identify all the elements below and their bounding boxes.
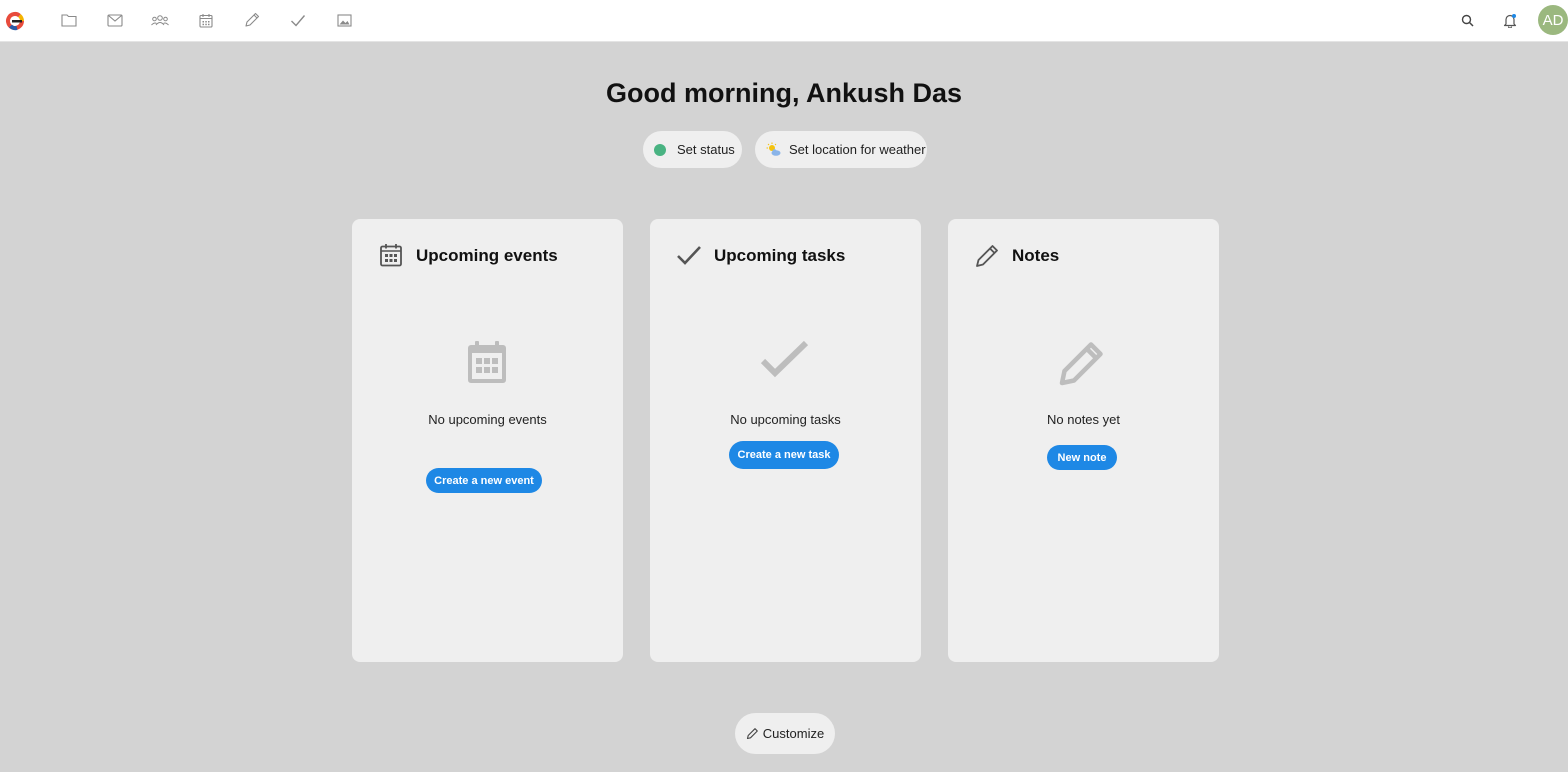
set-weather-location-button[interactable]: Set location for weather [755,131,927,168]
customize-button[interactable]: Customize [735,713,835,754]
user-avatar[interactable]: AD [1538,5,1568,35]
set-status-button[interactable]: Set status [643,131,742,168]
card-title: Upcoming events [416,246,558,265]
calendar-empty-icon [462,337,512,387]
upcoming-tasks-card: Upcoming tasks No upcoming tasks Create … [650,219,921,662]
set-status-label: Set status [677,142,735,157]
contacts-icon[interactable] [151,11,169,29]
notifications-bell-icon[interactable] [1501,11,1519,29]
customize-label: Customize [762,726,825,741]
calendar-icon[interactable] [197,11,215,29]
card-title: Upcoming tasks [714,246,846,265]
check-icon[interactable] [289,11,307,29]
pencil-icon[interactable] [243,11,261,29]
weather-partly-cloudy-icon [766,142,782,158]
upcoming-events-card: Upcoming events No upcoming events Creat… [352,219,623,662]
top-navigation-bar: AD [0,0,1568,42]
pencil-empty-icon [1058,337,1108,387]
app-logo-icon[interactable] [4,10,26,32]
pencil-icon [746,728,758,740]
new-note-button[interactable]: New note [1047,445,1117,470]
create-event-button[interactable]: Create a new event [426,468,542,493]
card-title: Notes [1012,246,1060,265]
empty-state-text: No upcoming tasks [730,412,841,427]
greeting-heading: Good morning, Ankush Das [605,78,962,108]
pencil-icon [974,242,1000,268]
empty-state-text: No upcoming events [428,412,547,427]
empty-state-text: No notes yet [1047,412,1120,427]
avatar-initials: AD [1542,11,1564,29]
notes-card: Notes No notes yet New note [948,219,1219,662]
check-empty-icon [760,337,810,387]
weather-location-label: Set location for weather [789,142,926,157]
status-dot-icon [654,143,666,156]
image-icon[interactable] [335,11,353,29]
mail-icon[interactable] [106,11,124,29]
search-icon[interactable] [1458,11,1476,29]
folder-icon[interactable] [60,11,78,29]
calendar-icon [378,242,404,268]
create-task-button[interactable]: Create a new task [729,441,839,469]
check-icon [676,242,702,268]
